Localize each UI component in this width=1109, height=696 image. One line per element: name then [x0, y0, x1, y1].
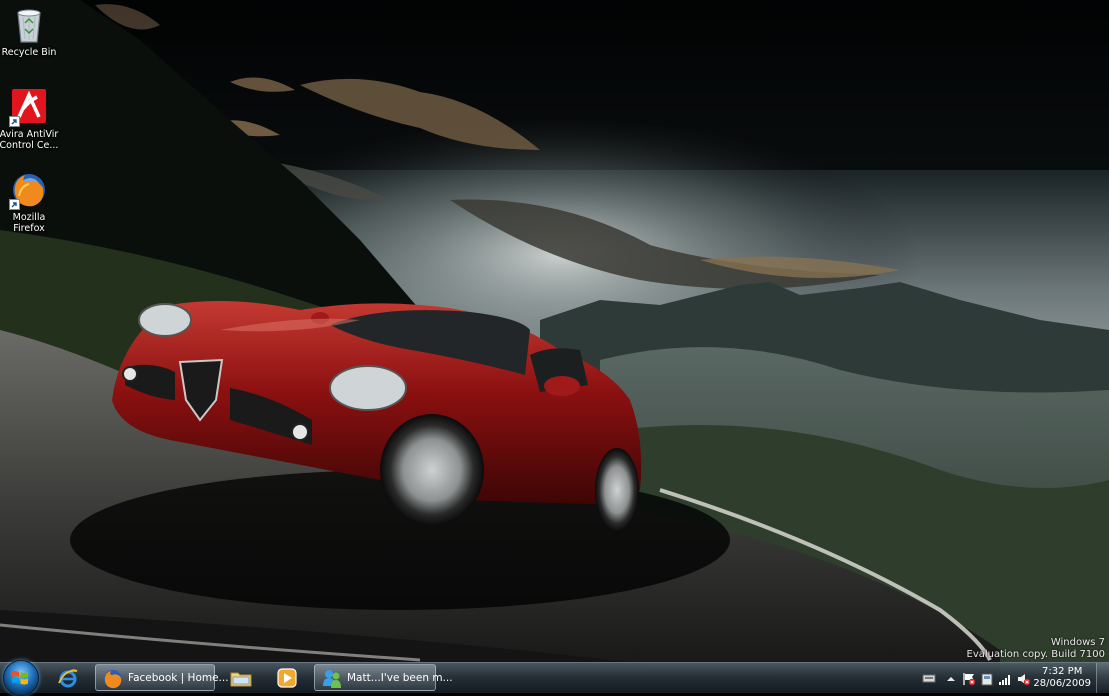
- tray-network-adapter-icon[interactable]: [922, 671, 936, 685]
- desktop-icon-recycle-bin[interactable]: Recycle Bin: [0, 5, 60, 58]
- desktop-icon-avira[interactable]: Avira AntiVir Control Ce...: [0, 87, 60, 151]
- desktop-wallpaper: [0, 0, 1109, 693]
- taskbar-window-messenger[interactable]: Matt...I've been m...: [314, 664, 453, 691]
- recycle-bin-icon: [9, 5, 49, 45]
- action-center-flag-icon[interactable]: [962, 672, 976, 686]
- taskbar-pinned-internet-explorer[interactable]: [47, 664, 89, 691]
- watermark-line1: Windows 7: [1050, 637, 1105, 648]
- show-hidden-icons-icon[interactable]: [944, 672, 958, 686]
- shortcut-arrow-icon: [9, 116, 20, 127]
- media-player-icon: [277, 668, 297, 688]
- desktop-icon-firefox[interactable]: Mozilla Firefox: [0, 170, 60, 234]
- desktop-icon-label: Avira AntiVir Control Ce...: [0, 129, 59, 151]
- network-signal-icon[interactable]: [998, 672, 1012, 686]
- taskbar-window-firefox[interactable]: Facebook | Home...: [95, 664, 229, 691]
- show-desktop-button[interactable]: [1096, 663, 1109, 693]
- desktop-icon-label: Mozilla Firefox: [12, 212, 46, 234]
- windows-watermark: Windows 7 Evaluation copy. Build 7100: [967, 637, 1106, 661]
- firefox-icon: [104, 670, 122, 689]
- taskbar-window-label: Matt...I've been m...: [347, 672, 453, 684]
- firefox-icon: [9, 170, 49, 210]
- taskbar-pinned-windows-explorer[interactable]: [220, 664, 262, 691]
- internet-explorer-icon: [58, 669, 78, 688]
- clock-date: 28/06/2009: [1033, 678, 1091, 689]
- taskbar-pinned-media-player[interactable]: [266, 664, 308, 691]
- volume-icon[interactable]: [1017, 672, 1031, 686]
- shortcut-arrow-icon: [9, 199, 20, 210]
- taskbar: Facebook | Home... Matt...I've been m...: [0, 660, 1109, 696]
- watermark-line2: Evaluation copy. Build 7100: [966, 649, 1106, 660]
- device-icon[interactable]: [980, 672, 994, 686]
- windows-logo-icon: [12, 671, 28, 685]
- start-button[interactable]: [3, 660, 39, 696]
- clock-time: 7:32 PM: [1042, 666, 1083, 677]
- avira-icon: [9, 87, 49, 127]
- windows-explorer-icon: [230, 672, 252, 687]
- taskbar-window-label: Facebook | Home...: [128, 672, 229, 684]
- desktop-icon-label: Recycle Bin: [1, 47, 57, 58]
- taskbar-clock[interactable]: 7:32 PM 28/06/2009: [1033, 666, 1091, 690]
- messenger-icon: [323, 670, 341, 688]
